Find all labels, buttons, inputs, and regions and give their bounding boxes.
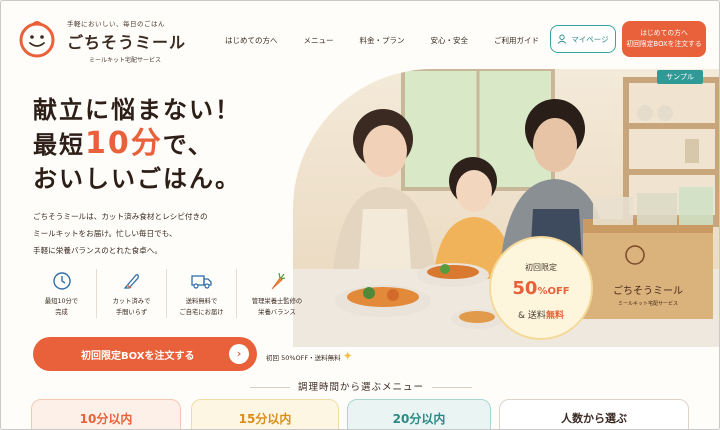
box-brand-label: ごちそうミール bbox=[613, 284, 683, 297]
order-box-label: 初回限定BOXを注文する bbox=[81, 350, 195, 362]
user-icon bbox=[557, 34, 567, 44]
carrot-icon bbox=[271, 272, 286, 290]
mypage-button[interactable]: マイページ bbox=[550, 25, 616, 53]
brand-tagline: 手軽においしい、毎日のごはん bbox=[67, 20, 165, 28]
feature-line1: カット済みで bbox=[112, 298, 151, 305]
clock-icon bbox=[52, 272, 71, 290]
menu-tile-by-people[interactable]: 人数から選ぶ bbox=[499, 399, 689, 429]
brand-subtitle: ミールキット宅配サービス bbox=[89, 57, 162, 64]
cta-note-text: 初回 50%OFF・送料無料 bbox=[266, 354, 341, 362]
hero-description: ごちそうミールは、カット済み食材とレシピ付きの ミールキットをお届け。忙しい毎日… bbox=[33, 208, 283, 259]
nav-item-safety[interactable]: 安心・安全 bbox=[431, 35, 469, 46]
nav-item-menu[interactable]: メニュー bbox=[304, 35, 334, 46]
main-nav: はじめての方へ メニュー 料金・プラン 安心・安全 ご利用ガイド bbox=[225, 35, 565, 46]
headline-line2: 最短10分で、 bbox=[33, 127, 241, 162]
nav-item-pricing[interactable]: 料金・プラン bbox=[360, 35, 405, 46]
brand-name[interactable]: ごちそうミール bbox=[67, 29, 186, 53]
nav-item-guide[interactable]: ご利用ガイド bbox=[494, 35, 539, 46]
feature-line1: 送料無料で bbox=[185, 298, 218, 305]
menu-section-title-text: 調理時間から選ぶメニュー bbox=[297, 382, 424, 393]
feature-line2: 完成 bbox=[55, 309, 68, 316]
feature-line2: 手間いらず bbox=[115, 309, 148, 316]
nav-item-first-time[interactable]: はじめての方へ bbox=[225, 35, 278, 46]
badge-off: %OFF bbox=[537, 286, 570, 297]
feature-list: 最短10分で 完成 カット済みで 手間いらず 送料無料で ご自宅にお届け 管理栄… bbox=[27, 269, 317, 318]
sparkle-icon: ✦ bbox=[342, 349, 353, 363]
hero-headline: 献立に悩まない！ 最短10分で、 おいしいごはん。 bbox=[33, 93, 241, 196]
headline-post: で、 bbox=[162, 131, 214, 159]
logo-icon[interactable] bbox=[17, 19, 57, 59]
description-line1: ごちそうミールは、カット済み食材とレシピ付きの bbox=[33, 212, 208, 221]
sample-tag: サンプル bbox=[657, 70, 703, 84]
feature-item: カット済みで 手間いらず bbox=[97, 269, 167, 318]
menu-tile-20min[interactable]: 20分以内 bbox=[347, 399, 491, 429]
mypage-label: マイページ bbox=[571, 34, 609, 44]
badge-label: 初回限定 bbox=[525, 263, 557, 272]
badge-free: 無料 bbox=[545, 311, 564, 321]
badge-percent: 50 bbox=[512, 278, 538, 299]
headline-line3: おいしいごはん。 bbox=[33, 165, 241, 193]
description-line3: 手軽に栄養バランスのとれた食卓へ。 bbox=[33, 246, 162, 255]
truck-icon bbox=[190, 275, 212, 289]
badge-discount: 50%OFF bbox=[491, 278, 591, 299]
feature-item: 最短10分で 完成 bbox=[27, 269, 97, 318]
feature-line2: ご自宅にお届け bbox=[179, 309, 224, 316]
menu-section-title: 調理時間から選ぶメニュー bbox=[1, 379, 719, 393]
menu-tile-15min[interactable]: 15分以内 bbox=[191, 399, 339, 429]
headline-line1: 献立に悩まない！ bbox=[33, 96, 241, 124]
discount-badge: 初回限定 50%OFF & 送料無料 bbox=[489, 236, 593, 340]
chevron-right-icon: › bbox=[229, 344, 249, 364]
knife-icon bbox=[123, 274, 139, 289]
order-box-button[interactable]: 初回限定BOXを注文する › bbox=[33, 337, 257, 371]
menu-tile-10min[interactable]: 10分以内 bbox=[31, 399, 181, 429]
badge-shipping: & 送料無料 bbox=[491, 308, 591, 321]
feature-item: 管理栄養士監修の 栄養バランス bbox=[237, 269, 317, 318]
badge-amp: & 送料 bbox=[518, 311, 546, 321]
header-cta-line2: 初回限定BOXを注文する bbox=[626, 40, 702, 48]
feature-line1: 管理栄養士監修の bbox=[251, 298, 303, 305]
feature-line1: 最短10分で bbox=[44, 298, 79, 305]
feature-item: 送料無料で ご自宅にお届け bbox=[167, 269, 237, 318]
description-line2: ミールキットをお届け。忙しい毎日でも、 bbox=[33, 229, 177, 238]
headline-pre: 最短 bbox=[33, 131, 85, 159]
header-order-button[interactable]: はじめての方へ 初回限定BOXを注文する bbox=[622, 21, 706, 57]
feature-line2: 栄養バランス bbox=[258, 309, 296, 316]
page: 手軽においしい、毎日のごはん ごちそうミール ミールキット宅配サービス はじめて… bbox=[0, 0, 720, 430]
box-brand-subtitle: ミールキット宅配サービス bbox=[618, 300, 678, 307]
cta-note: 初回 50%OFF・送料無料 ✦ bbox=[266, 349, 353, 363]
headline-number: 10分 bbox=[85, 126, 163, 161]
header-cta-line1: はじめての方へ bbox=[640, 29, 688, 37]
